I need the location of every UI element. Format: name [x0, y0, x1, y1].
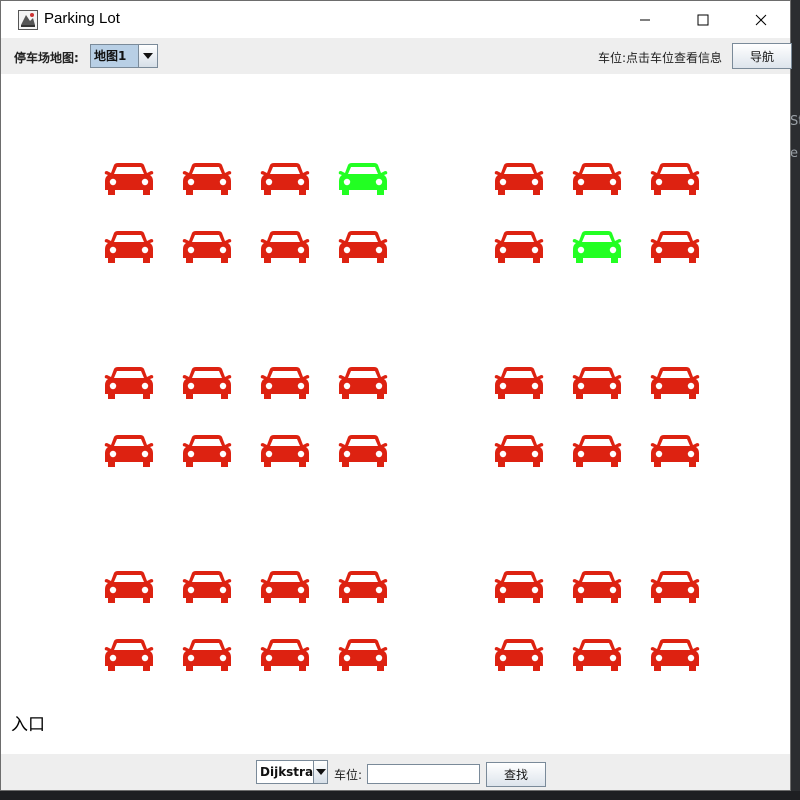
parking-spot-car-icon[interactable] [494, 434, 544, 468]
map-select-value: 地图1 [91, 45, 138, 67]
close-icon [755, 14, 767, 25]
parking-spot-car-icon[interactable] [572, 638, 622, 672]
parking-spot-car-icon[interactable] [338, 230, 388, 264]
parking-spot-car-icon[interactable] [182, 366, 232, 400]
parking-map-canvas [1, 74, 790, 754]
parking-lot-window: Parking Lot 停车场地图: 地图1 车位:点击车位查看信息 导航 入口… [0, 0, 792, 791]
parking-spot-car-icon[interactable] [104, 570, 154, 604]
parking-spot-car-icon[interactable] [104, 638, 154, 672]
window-title: Parking Lot [44, 10, 120, 27]
parking-spot-car-icon[interactable] [572, 366, 622, 400]
parking-spot-car-icon[interactable] [494, 570, 544, 604]
title-bar[interactable]: Parking Lot [1, 1, 790, 38]
background-fragment: St [790, 114, 800, 129]
algorithm-select-value: Dijkstra [260, 765, 314, 779]
spot-info-text: 车位:点击车位查看信息 [598, 51, 723, 65]
parking-spot-car-icon[interactable] [650, 230, 700, 264]
parking-spot-car-icon[interactable] [650, 162, 700, 196]
parking-spot-car-icon[interactable] [182, 162, 232, 196]
parking-spot-car-icon[interactable] [182, 570, 232, 604]
chevron-down-icon[interactable] [313, 761, 327, 783]
parking-spot-car-icon[interactable] [338, 366, 388, 400]
parking-spot-car-icon[interactable] [338, 162, 388, 196]
algorithm-select[interactable]: Dijkstra [256, 760, 328, 784]
parking-spot-car-icon[interactable] [182, 434, 232, 468]
navigate-button[interactable]: 导航 [732, 43, 792, 69]
maximize-icon [697, 14, 709, 25]
parking-spot-car-icon[interactable] [260, 638, 310, 672]
parking-spot-car-icon[interactable] [104, 230, 154, 264]
parking-spot-car-icon[interactable] [650, 366, 700, 400]
entrance-label: 入口 [11, 715, 45, 735]
parking-spot-car-icon[interactable] [494, 162, 544, 196]
parking-spot-car-icon[interactable] [494, 230, 544, 264]
parking-spot-car-icon[interactable] [494, 366, 544, 400]
parking-spot-car-icon[interactable] [104, 366, 154, 400]
spot-field-label: 车位: [334, 768, 363, 782]
parking-spot-car-icon[interactable] [260, 162, 310, 196]
parking-spot-car-icon[interactable] [650, 434, 700, 468]
background-ide-strip: St e [790, 0, 800, 800]
parking-spot-car-icon[interactable] [104, 434, 154, 468]
maximize-button[interactable] [674, 1, 732, 38]
parking-spot-car-icon[interactable] [182, 230, 232, 264]
parking-spot-car-icon[interactable] [494, 638, 544, 672]
parking-spot-car-icon[interactable] [338, 434, 388, 468]
parking-spot-car-icon[interactable] [650, 570, 700, 604]
chevron-down-icon[interactable] [138, 45, 157, 67]
parking-spot-car-icon[interactable] [260, 230, 310, 264]
java-app-icon [18, 10, 38, 30]
minimize-button[interactable] [616, 1, 674, 38]
background-fragment: e [790, 146, 798, 161]
top-toolbar: 停车场地图: 地图1 车位:点击车位查看信息 导航 [1, 38, 792, 74]
search-button[interactable]: 查找 [486, 762, 546, 787]
bottom-toolbar: Dijkstra 车位: 查找 [1, 754, 790, 790]
parking-spot-car-icon[interactable] [650, 638, 700, 672]
close-button[interactable] [732, 1, 790, 38]
parking-spot-car-icon[interactable] [572, 162, 622, 196]
spot-number-input[interactable] [367, 764, 480, 784]
minimize-icon [640, 19, 650, 20]
map-select[interactable]: 地图1 [90, 44, 158, 68]
parking-spot-car-icon[interactable] [260, 366, 310, 400]
parking-spot-car-icon[interactable] [338, 570, 388, 604]
background-ide-bottom [0, 791, 800, 800]
parking-spot-car-icon[interactable] [260, 570, 310, 604]
parking-spot-car-icon[interactable] [572, 230, 622, 264]
parking-spot-car-icon[interactable] [338, 638, 388, 672]
parking-spot-car-icon[interactable] [104, 162, 154, 196]
parking-spot-car-icon[interactable] [572, 434, 622, 468]
parking-spot-car-icon[interactable] [182, 638, 232, 672]
map-label: 停车场地图: [14, 51, 79, 65]
parking-spot-car-icon[interactable] [572, 570, 622, 604]
parking-spot-car-icon[interactable] [260, 434, 310, 468]
